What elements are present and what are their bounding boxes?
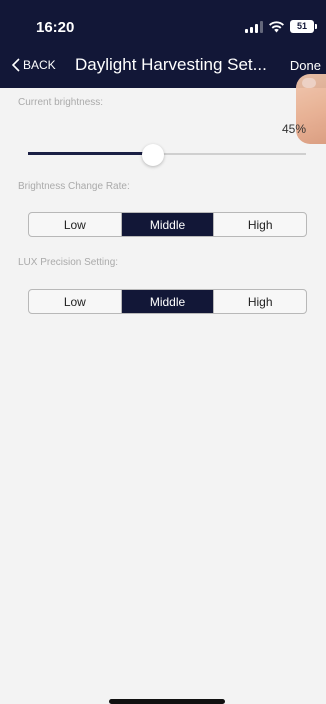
app-header: 16:20 51 BACK Daylight Harvesting Set...… bbox=[0, 0, 326, 88]
brightness-label: Current brightness: bbox=[18, 97, 104, 108]
done-button[interactable]: Done bbox=[290, 58, 321, 73]
brightness-slider[interactable] bbox=[28, 144, 306, 166]
status-icons: 51 bbox=[245, 20, 317, 33]
page-title: Daylight Harvesting Set... bbox=[75, 55, 267, 74]
back-button[interactable]: BACK bbox=[12, 58, 56, 72]
change-rate-option-middle[interactable]: Middle bbox=[121, 213, 215, 236]
slider-thumb[interactable] bbox=[142, 144, 165, 166]
lux-precision-option-middle[interactable]: Middle bbox=[121, 290, 215, 313]
home-indicator bbox=[109, 699, 225, 704]
change-rate-option-high[interactable]: High bbox=[214, 213, 306, 236]
chevron-left-icon bbox=[12, 58, 20, 72]
status-time: 16:20 bbox=[36, 19, 75, 36]
brightness-value: 45% bbox=[281, 122, 306, 136]
signal-icon bbox=[245, 20, 263, 33]
lux-precision-label: LUX Precision Setting: bbox=[18, 257, 119, 268]
change-rate-label: Brightness Change Rate: bbox=[18, 181, 130, 192]
lux-precision-selector[interactable]: Low Middle High bbox=[28, 289, 307, 314]
lux-precision-option-low[interactable]: Low bbox=[29, 290, 122, 313]
back-label: BACK bbox=[23, 58, 56, 72]
slider-fill bbox=[28, 152, 154, 155]
battery-icon: 51 bbox=[290, 20, 317, 33]
lux-precision-option-high[interactable]: High bbox=[214, 290, 306, 313]
change-rate-option-low[interactable]: Low bbox=[29, 213, 122, 236]
change-rate-selector[interactable]: Low Middle High bbox=[28, 212, 307, 237]
wifi-icon bbox=[269, 20, 284, 32]
